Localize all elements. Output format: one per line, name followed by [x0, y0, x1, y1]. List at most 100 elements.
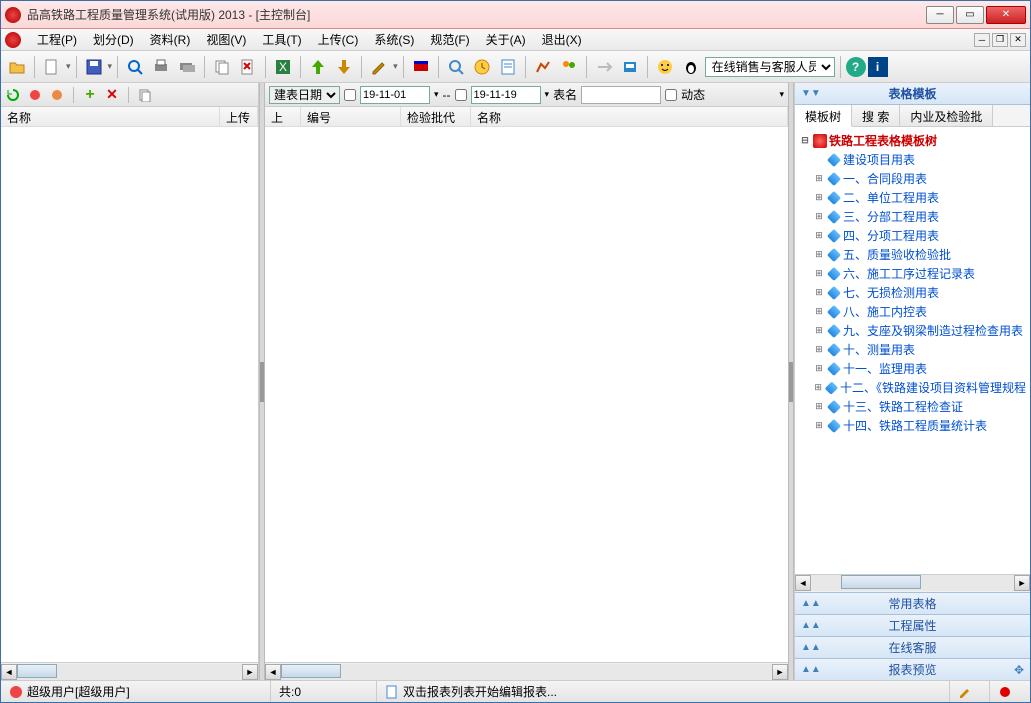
- close-button[interactable]: ✕: [986, 6, 1026, 24]
- menu-tools[interactable]: 工具(T): [254, 29, 309, 50]
- excel-icon[interactable]: X: [271, 55, 295, 79]
- menu-spec[interactable]: 规范(F): [422, 29, 477, 50]
- users-icon[interactable]: [557, 55, 581, 79]
- scroll-right-icon[interactable]: ►: [772, 664, 788, 680]
- expand-icon[interactable]: ⊞: [813, 211, 825, 222]
- scroll-right-icon[interactable]: ►: [1014, 575, 1030, 591]
- left-tree-body[interactable]: [1, 127, 258, 662]
- tree-node[interactable]: ⊞六、施工工序过程记录表: [799, 264, 1026, 283]
- menu-app-icon[interactable]: [5, 32, 21, 48]
- download-icon[interactable]: [332, 55, 356, 79]
- scroll-thumb[interactable]: [841, 575, 921, 589]
- expand-icon[interactable]: ⊞: [813, 344, 825, 355]
- tree-node[interactable]: ⊞五、质量验收检验批: [799, 245, 1026, 264]
- expand-icon[interactable]: ⊞: [813, 173, 825, 184]
- mdi-close[interactable]: ✕: [1010, 33, 1026, 47]
- expand-icon[interactable]: ⊞: [813, 287, 825, 298]
- copy-left-icon[interactable]: [137, 87, 153, 103]
- tab-template-tree[interactable]: 模板树: [795, 105, 852, 127]
- scroll-thumb[interactable]: [281, 664, 341, 678]
- center-col-upload[interactable]: 上传: [265, 107, 301, 126]
- menu-data[interactable]: 资料(R): [142, 29, 199, 50]
- scroll-right-icon[interactable]: ►: [242, 664, 258, 680]
- qq-icon[interactable]: [679, 55, 703, 79]
- center-col-batch[interactable]: 检验批代号: [401, 107, 471, 126]
- scroll-left-icon[interactable]: ◄: [1, 664, 17, 680]
- maximize-button[interactable]: ▭: [956, 6, 984, 24]
- date-to-input[interactable]: [471, 86, 541, 104]
- report-icon[interactable]: [496, 55, 520, 79]
- dynamic-check[interactable]: [665, 89, 677, 101]
- expand-icon[interactable]: ⊞: [813, 382, 823, 393]
- right-header-templates[interactable]: ▼▼ 表格模板: [795, 83, 1030, 105]
- left-col-name[interactable]: 名称: [1, 107, 220, 126]
- menu-project[interactable]: 工程(P): [29, 29, 85, 50]
- template-tree[interactable]: ⊟ 铁路工程表格模板树 建设项目用表 ⊞一、合同段用表⊞二、单位工程用表⊞三、分…: [795, 127, 1030, 574]
- delete-icon[interactable]: [236, 55, 260, 79]
- home-red-icon[interactable]: [27, 87, 43, 103]
- mdi-minimize[interactable]: ─: [974, 33, 990, 47]
- home-orange-icon[interactable]: [49, 87, 65, 103]
- left-hscrollbar[interactable]: ◄ ►: [1, 662, 258, 680]
- bar-report-preview[interactable]: ▲▲报表预览✥: [795, 658, 1030, 680]
- center-col-number[interactable]: 编号: [301, 107, 401, 126]
- bar-project-props[interactable]: ▲▲工程属性: [795, 614, 1030, 636]
- tree-node[interactable]: ⊞二、单位工程用表: [799, 188, 1026, 207]
- remove-icon[interactable]: ✕: [104, 87, 120, 103]
- expand-icon[interactable]: ⊞: [813, 249, 825, 260]
- expand-icon[interactable]: ✥: [1014, 663, 1024, 677]
- expand-icon[interactable]: ⊞: [813, 420, 825, 431]
- expand-icon[interactable]: ⊞: [813, 192, 825, 203]
- table-name-input[interactable]: [581, 86, 661, 104]
- right-hscrollbar[interactable]: ◄ ►: [795, 574, 1030, 592]
- record-icon[interactable]: [998, 685, 1012, 699]
- scroll-thumb[interactable]: [17, 664, 57, 678]
- tree-node[interactable]: ⊞九、支座及钢梁制造过程检查用表: [799, 321, 1026, 340]
- tree-node[interactable]: ⊞三、分部工程用表: [799, 207, 1026, 226]
- expand-icon[interactable]: ⊞: [813, 363, 825, 374]
- help-icon[interactable]: ?: [846, 57, 866, 77]
- search-icon[interactable]: [444, 55, 468, 79]
- expand-icon[interactable]: ⊞: [813, 268, 825, 279]
- refresh-icon[interactable]: [5, 87, 21, 103]
- menu-division[interactable]: 划分(D): [85, 29, 142, 50]
- new-doc-icon[interactable]: [40, 55, 64, 79]
- minimize-button[interactable]: ─: [926, 6, 954, 24]
- device-icon[interactable]: [618, 55, 642, 79]
- tree-node[interactable]: 建设项目用表: [799, 150, 1026, 169]
- upload-up-icon[interactable]: [306, 55, 330, 79]
- nav-icon[interactable]: [592, 55, 616, 79]
- menu-exit[interactable]: 退出(X): [534, 29, 590, 50]
- date-from-check[interactable]: [344, 89, 356, 101]
- sales-select[interactable]: 在线销售与客服人员: [705, 57, 835, 77]
- copy-icon[interactable]: [210, 55, 234, 79]
- bar-online-service[interactable]: ▲▲在线客服: [795, 636, 1030, 658]
- add-icon[interactable]: +: [82, 87, 98, 103]
- date-type-select[interactable]: 建表日期: [269, 86, 340, 104]
- collapse-icon[interactable]: ⊟: [799, 135, 811, 146]
- scroll-left-icon[interactable]: ◄: [795, 575, 811, 591]
- preview-icon[interactable]: [123, 55, 147, 79]
- date-from-input[interactable]: [360, 86, 430, 104]
- center-col-name[interactable]: 名称: [471, 107, 788, 126]
- save-icon[interactable]: [82, 55, 106, 79]
- tree-node[interactable]: ⊞十二、《铁路建设项目资料管理规程: [799, 378, 1026, 397]
- expand-icon[interactable]: ⊞: [813, 230, 825, 241]
- menu-about[interactable]: 关于(A): [478, 29, 534, 50]
- tab-batch[interactable]: 内业及检验批: [900, 105, 993, 126]
- tree-node[interactable]: ⊞八、施工内控表: [799, 302, 1026, 321]
- tree-node[interactable]: ⊞十一、监理用表: [799, 359, 1026, 378]
- print-icon[interactable]: [149, 55, 173, 79]
- expand-icon[interactable]: ⊞: [813, 306, 825, 317]
- menu-view[interactable]: 视图(V): [198, 29, 254, 50]
- flag-icon[interactable]: [409, 55, 433, 79]
- print-batch-icon[interactable]: [175, 55, 199, 79]
- info-icon[interactable]: i: [868, 57, 888, 77]
- scroll-left-icon[interactable]: ◄: [265, 664, 281, 680]
- menu-system[interactable]: 系统(S): [366, 29, 422, 50]
- clock-icon[interactable]: [470, 55, 494, 79]
- center-list-body[interactable]: [265, 127, 788, 662]
- expand-icon[interactable]: ⊞: [813, 325, 825, 336]
- date-to-check[interactable]: [455, 89, 467, 101]
- left-col-upload[interactable]: 上传: [220, 107, 258, 126]
